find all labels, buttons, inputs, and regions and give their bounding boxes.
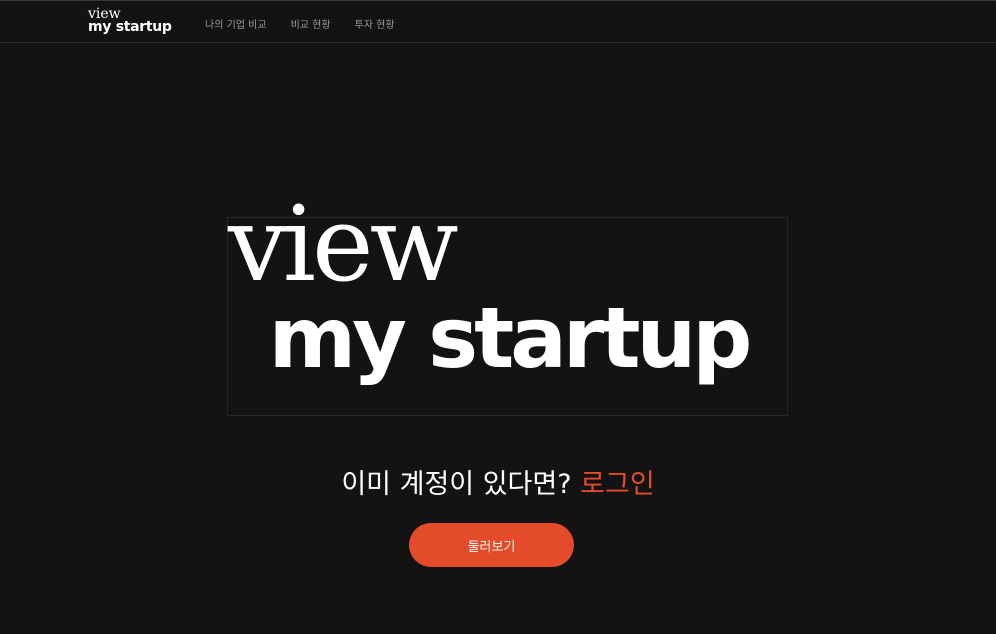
login-prompt-text: 이미 계정이 있다면? — [341, 469, 581, 500]
header-logo-line2: my startup — [88, 19, 172, 35]
top-navigation-bar: view my startup 나의 기업 비교 비교 현황 투자 현황 — [0, 0, 996, 43]
header-logo[interactable]: view my startup — [88, 7, 172, 34]
browse-button[interactable]: 둘러보기 — [409, 523, 574, 567]
nav-item-my-company-compare[interactable]: 나의 기업 비교 — [205, 16, 267, 31]
login-prompt: 이미 계정이 있다면? 로그인 — [0, 462, 996, 501]
hero-logo-view: view — [228, 183, 459, 305]
nav-item-investment-status[interactable]: 투자 현황 — [355, 16, 395, 31]
hero-logo-my-startup: my startup — [268, 289, 753, 387]
hero-logo: view my startup — [227, 192, 788, 416]
main-nav: 나의 기업 비교 비교 현황 투자 현황 — [205, 16, 395, 31]
login-link[interactable]: 로그인 — [580, 469, 655, 500]
nav-item-compare-status[interactable]: 비교 현황 — [291, 16, 331, 31]
